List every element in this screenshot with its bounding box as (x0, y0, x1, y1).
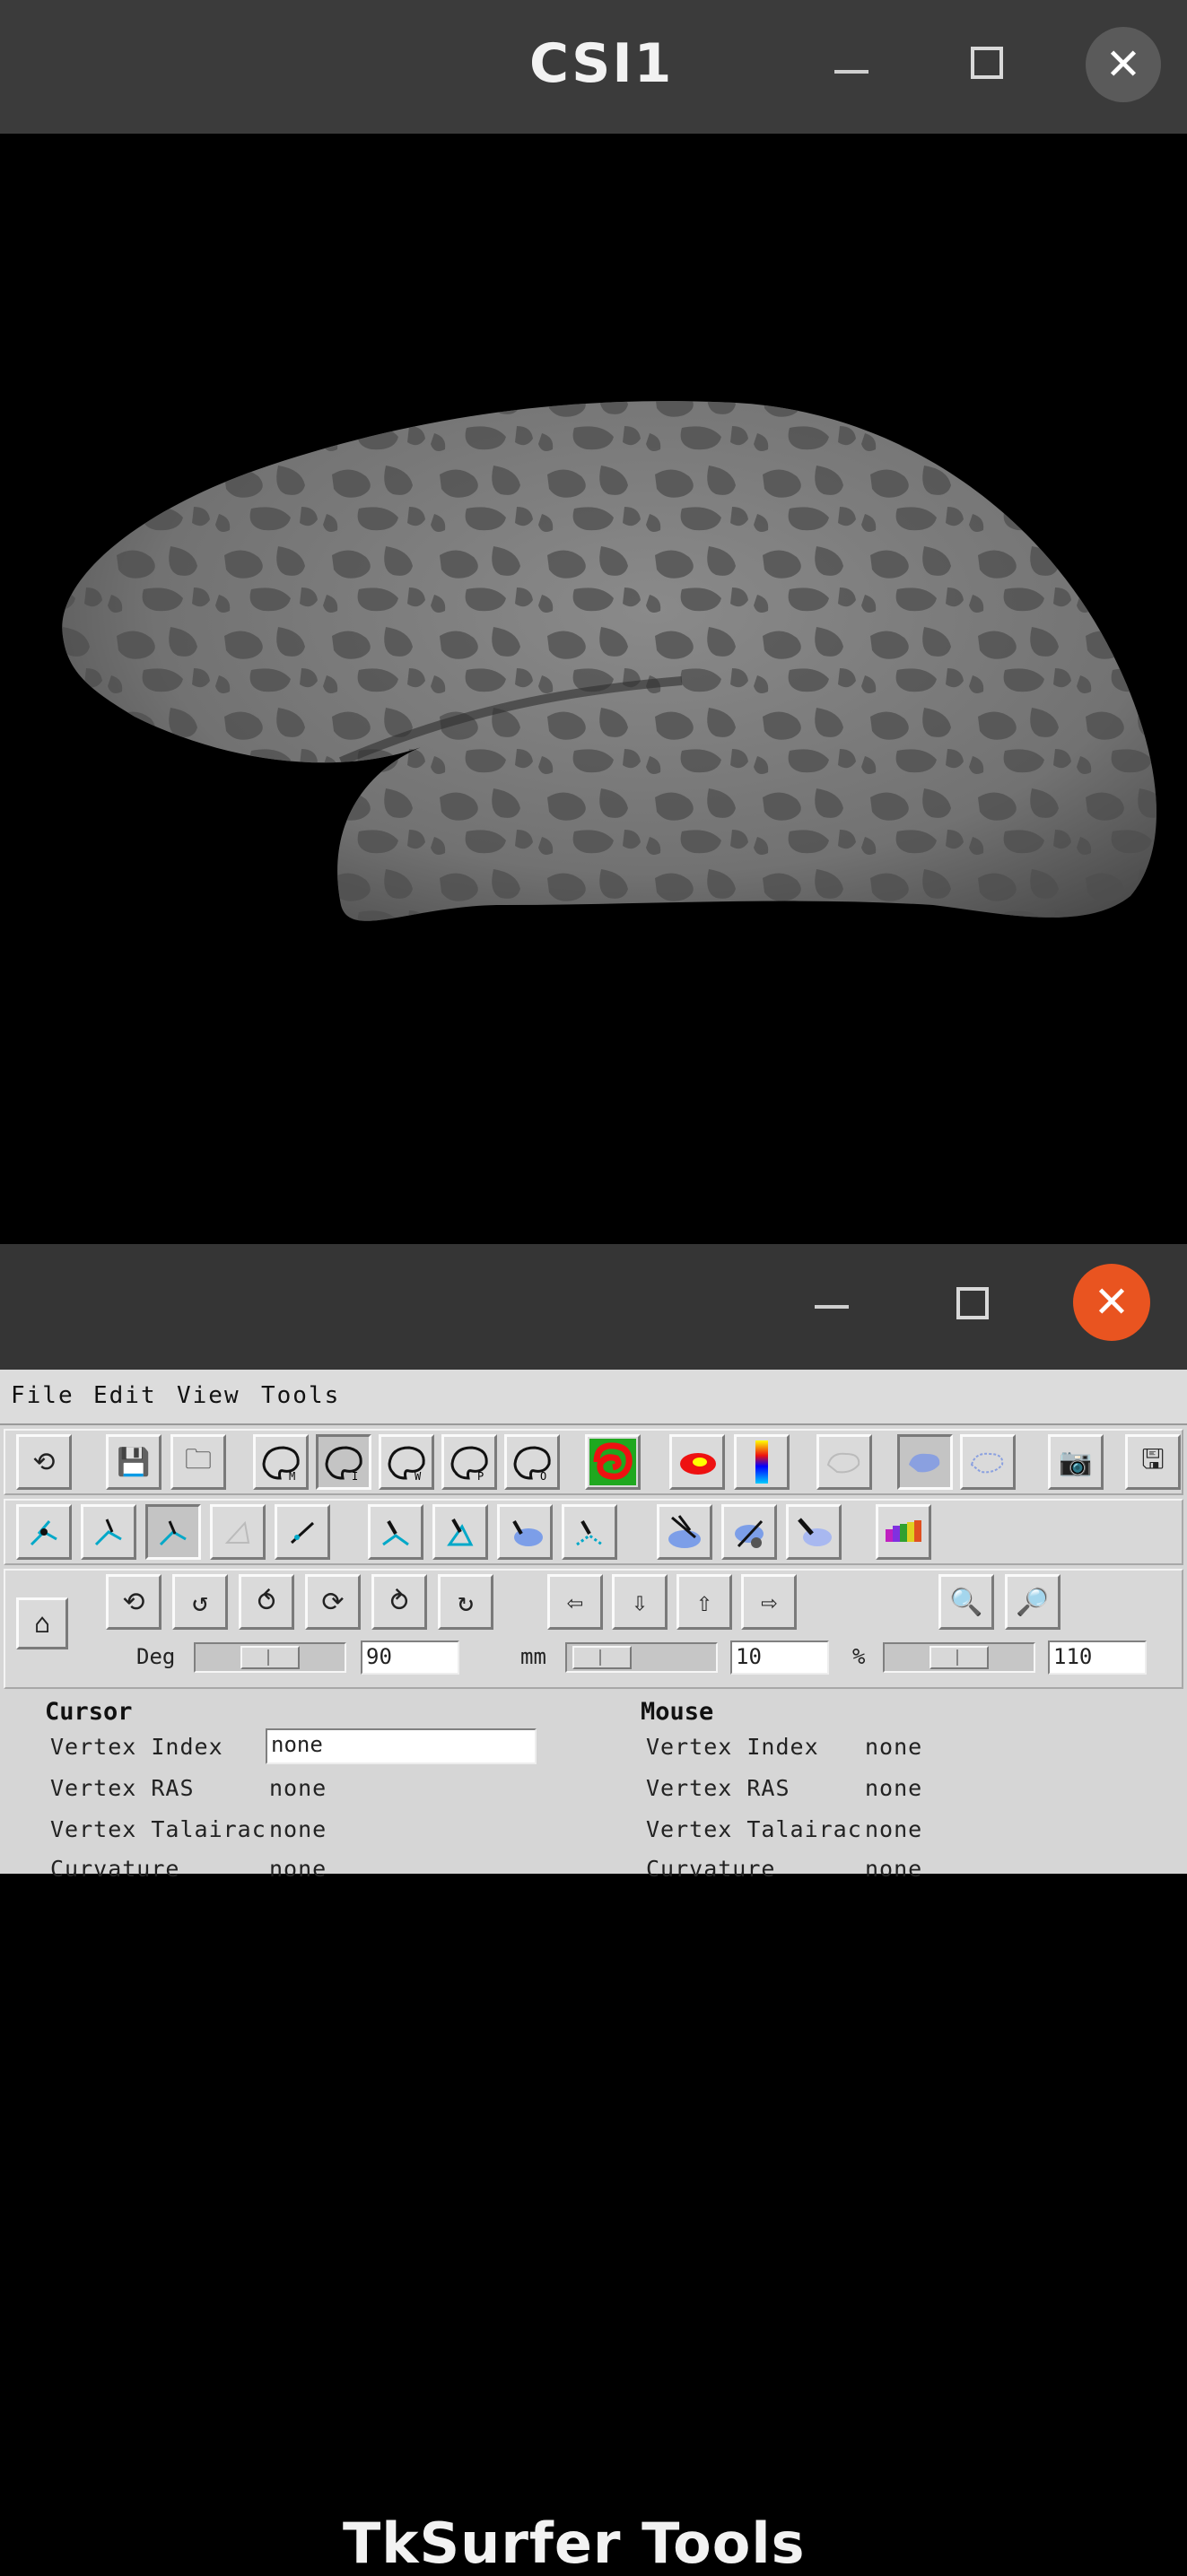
minimize-icon[interactable] (834, 70, 868, 74)
viewer-titlebar: CSI1 ✕ (0, 0, 1187, 134)
color-scale-icon[interactable] (734, 1434, 790, 1490)
zoom-input[interactable]: 110 (1048, 1640, 1147, 1675)
maximize-icon[interactable] (956, 1287, 989, 1319)
info-panel: Cursor Vertex Index none Vertex RAS none… (0, 1693, 1187, 1882)
tools-titlebar: TkSurfer Tools ✕ (0, 1244, 1187, 2576)
fill-label-icon[interactable] (497, 1504, 553, 1560)
cursor-vertex-talairach-value: none (269, 1816, 327, 1842)
mm-slider[interactable] (565, 1642, 718, 1673)
deg-input[interactable]: 90 (361, 1640, 459, 1675)
menu-edit[interactable]: Edit (93, 1382, 157, 1409)
curvature-outline-icon[interactable] (960, 1434, 1016, 1490)
mm-slider-thumb[interactable] (572, 1646, 632, 1669)
maximize-icon[interactable] (971, 47, 1003, 79)
svg-text:P: P (477, 1470, 484, 1482)
original-surface-icon[interactable]: O (504, 1434, 560, 1490)
mouse-vertex-ras-label: Vertex RAS (646, 1775, 790, 1801)
arrow-right-icon[interactable]: ⇨ (741, 1574, 797, 1630)
mouse-heading: Mouse (641, 1698, 714, 1726)
mouse-vertex-talairach-value: none (865, 1816, 923, 1842)
menu-tools[interactable]: Tools (261, 1382, 340, 1409)
mark-path-icon[interactable] (368, 1504, 423, 1560)
cursor-curvature-value: none (269, 1856, 327, 1882)
mouse-curvature-value: none (865, 1856, 923, 1882)
cursor-vertex-talairach-label: Vertex Talairac (50, 1816, 266, 1842)
redraw-icon[interactable]: ⟲ (16, 1434, 72, 1490)
select-vertex-icon[interactable] (81, 1504, 136, 1560)
navigate-tool-icon[interactable] (16, 1504, 72, 1560)
line-tool-icon[interactable] (275, 1504, 330, 1560)
colorbar-icon[interactable] (876, 1504, 931, 1560)
zoom-slider[interactable] (883, 1642, 1035, 1673)
rotate-y-left-icon[interactable]: ↺ (172, 1574, 228, 1630)
tools-panel: File Edit View Tools ⟲ 💾 🗀 M I W P O 📷 🖫 (0, 1370, 1187, 1882)
white-surface-icon[interactable]: W (379, 1434, 434, 1490)
close-path-icon[interactable] (432, 1504, 488, 1560)
deg-label: Deg (136, 1644, 176, 1669)
cursor-vertex-index-input[interactable]: none (266, 1728, 537, 1764)
mouse-vertex-index-label: Vertex Index (646, 1734, 819, 1760)
close-icon[interactable]: ✕ (1073, 1264, 1150, 1341)
zoom-out-icon[interactable]: 🔍 (938, 1574, 994, 1630)
transform-controls: ⌂ ⟲ ↺ ⥀ ⟳ ⥁ ↻ ⇦ ⇩ ⇧ ⇨ 🔍 🔎 Deg 90 mm 10 %… (4, 1569, 1183, 1689)
mouse-vertex-index-value: none (865, 1734, 923, 1760)
surface-viewport[interactable] (0, 134, 1187, 1244)
inflated-surface-icon[interactable]: I (316, 1434, 371, 1490)
rotate-x-right-icon[interactable]: ⟳ (305, 1574, 361, 1630)
close-icon[interactable]: ✕ (1086, 27, 1161, 102)
snapshot-icon[interactable]: 📷 (1048, 1434, 1104, 1490)
cut-surface-icon[interactable] (657, 1504, 712, 1560)
mouse-vertex-talairach-label: Vertex Talairac (646, 1816, 862, 1842)
toolbar-tools (4, 1499, 1183, 1565)
zoom-in-icon[interactable]: 🔎 (1005, 1574, 1060, 1630)
menu-file[interactable]: File (11, 1382, 74, 1409)
deg-slider[interactable] (194, 1642, 346, 1673)
percent-label: % (852, 1644, 866, 1669)
cursor-vertex-ras-value: none (269, 1775, 327, 1801)
minimize-icon[interactable] (815, 1305, 849, 1309)
plane-tool-icon[interactable] (210, 1504, 266, 1560)
mm-label: mm (520, 1644, 546, 1669)
brain-surface-render (62, 401, 1156, 921)
mm-input[interactable]: 10 (730, 1640, 829, 1675)
zoom-slider-thumb[interactable] (930, 1646, 989, 1669)
cursor-heading: Cursor (45, 1698, 133, 1726)
svg-text:O: O (540, 1470, 546, 1482)
rotate-z-right-icon[interactable]: ↻ (438, 1574, 493, 1630)
overlay-blob-icon[interactable] (669, 1434, 725, 1490)
deg-slider-thumb[interactable] (240, 1646, 300, 1669)
arrow-down-icon[interactable]: ⇩ (612, 1574, 668, 1630)
cursor-vertex-ras-label: Vertex RAS (50, 1775, 195, 1801)
mouse-curvature-label: Curvature (646, 1856, 776, 1882)
cut-plane-icon[interactable] (721, 1504, 777, 1560)
smooth-icon[interactable] (786, 1504, 842, 1560)
cursor-curvature-label: Curvature (50, 1856, 180, 1882)
home-icon[interactable]: ⌂ (16, 1597, 68, 1649)
tools-window-title: TkSurfer Tools (343, 2511, 806, 2576)
path-tool-icon[interactable] (145, 1504, 201, 1560)
custom-fill-icon[interactable] (562, 1504, 617, 1560)
svg-text:I: I (352, 1470, 358, 1482)
main-surface-icon[interactable]: M (253, 1434, 309, 1490)
viewer-window-title: CSI1 (529, 32, 674, 95)
pial-surface-icon[interactable]: P (441, 1434, 497, 1490)
save-icon[interactable]: 💾 (106, 1434, 161, 1490)
rotate-z-left-icon[interactable]: ⥀ (239, 1574, 294, 1630)
curvature-off-icon[interactable] (816, 1434, 872, 1490)
save-frame-icon[interactable]: 🖫 (1125, 1434, 1181, 1490)
svg-text:W: W (415, 1470, 422, 1482)
label-overlay-icon[interactable] (585, 1434, 641, 1490)
rotate-x-left-icon[interactable]: ⟲ (106, 1574, 161, 1630)
menu-bar: File Edit View Tools (0, 1370, 1187, 1425)
rotate-y-right-icon[interactable]: ⥁ (371, 1574, 427, 1630)
cursor-vertex-index-label: Vertex Index (50, 1734, 223, 1760)
arrow-up-icon[interactable]: ⇧ (676, 1574, 732, 1630)
svg-text:M: M (289, 1470, 295, 1482)
mouse-vertex-ras-value: none (865, 1775, 923, 1801)
arrow-left-icon[interactable]: ⇦ (547, 1574, 603, 1630)
menu-view[interactable]: View (177, 1382, 240, 1409)
open-folder-icon[interactable]: 🗀 (170, 1434, 226, 1490)
toolbar-main: ⟲ 💾 🗀 M I W P O 📷 🖫 (4, 1429, 1183, 1495)
curvature-binary-icon[interactable] (897, 1434, 953, 1490)
